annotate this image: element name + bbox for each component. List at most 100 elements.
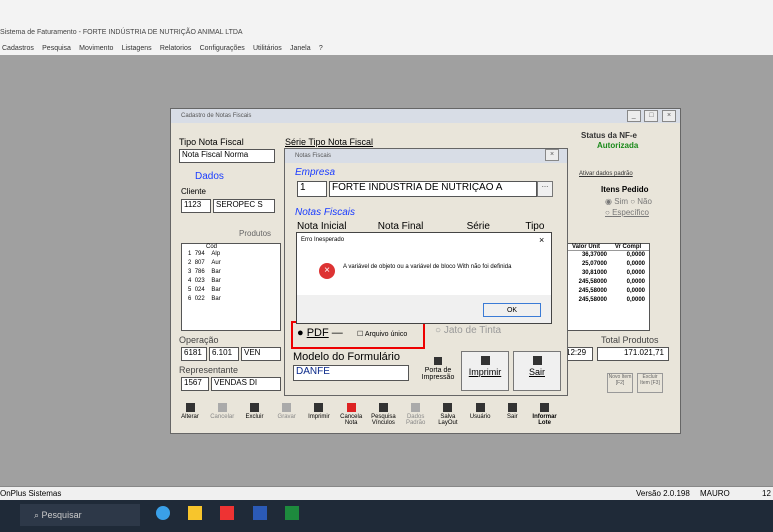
sair-button[interactable]: Sair [499, 403, 525, 420]
bottom-toolbar: Alterar Cancelar Excluir Gravar Imprimir… [177, 403, 677, 431]
alterar-button[interactable]: Alterar [177, 403, 203, 420]
excel-icon[interactable] [284, 506, 299, 520]
menu-janela[interactable]: Janela [290, 45, 311, 52]
rep-code[interactable]: 1567 [181, 377, 209, 391]
ativar-dados-padrao[interactable]: Ativar dados padrão [579, 171, 633, 177]
cancelar-button[interactable]: Cancelar [209, 403, 235, 420]
produtos-grid[interactable]: Cod 1 794 Alp 2 807 Aur 3 786 Bar 4 023 … [181, 243, 281, 331]
table-row[interactable]: 4 023 Bar [188, 277, 280, 286]
taskbar-icons[interactable] [148, 506, 578, 526]
menu-pesquisa[interactable]: Pesquisa [42, 45, 71, 52]
cliente-label: Cliente [181, 187, 206, 196]
col-valor-unit: Valor Unit [571, 244, 600, 250]
empresa-search-button[interactable]: … [537, 181, 553, 197]
tipo-select[interactable]: Nota Fiscal Norma [179, 149, 275, 163]
status-left: OnPlus Sistemas [0, 489, 62, 498]
cliente-code[interactable]: 1123 [181, 199, 211, 213]
operacao-label: Operação [179, 335, 219, 345]
pdf-icon[interactable] [220, 506, 235, 520]
tipo-label: Tipo Nota Fiscal [179, 137, 244, 147]
especifico-radio[interactable]: ○ Específico [605, 208, 649, 217]
notas-title: Notas Fiscais [295, 153, 332, 159]
menu-utilitarios[interactable]: Utilitários [253, 45, 282, 52]
word-icon[interactable] [252, 506, 267, 520]
informar-lote-button[interactable]: Informar Lote [532, 403, 558, 426]
edge-icon[interactable] [156, 506, 170, 520]
excluir-item-button[interactable]: Excluir Item [F3] [637, 373, 663, 393]
empresa-name[interactable]: FORTE INDÚSTRIA DE NUTRIÇÃO A [329, 181, 537, 197]
produtos-label: Produtos [239, 229, 272, 238]
produtos-grid-right[interactable]: Valor Unit Vr Compl 36,37000 0,0000 25,07… [564, 243, 650, 331]
status-version: Versão 2.0.198 [636, 489, 690, 498]
jato-tinta-radio[interactable]: ○ Jato de Tinta [435, 325, 501, 336]
modelo-select[interactable]: DANFE [293, 365, 409, 381]
notas-label: Notas Fiscais [295, 207, 356, 218]
error-message: A variável de objeto ou a variável de bl… [343, 264, 512, 270]
serie-label: Série Tipo Nota Fiscal [285, 137, 374, 147]
excluir-button[interactable]: Excluir [241, 403, 267, 420]
menu-help[interactable]: ? [319, 45, 323, 52]
notas-titlebar: Notas Fiscais × [285, 149, 567, 163]
cadastro-titlebar: Cadastro de Notas Fiscais _ □ × [171, 109, 680, 123]
notas-close-button[interactable]: × [545, 149, 559, 161]
operacao-name[interactable]: VEN [241, 347, 281, 361]
cancela-nota-button[interactable]: Cancela Nota [338, 403, 364, 426]
operacao-code[interactable]: 6181 [181, 347, 207, 361]
representante-label: Representante [179, 365, 239, 375]
menu-bar: Cadastros Pesquisa Movimento Listagens R… [0, 41, 773, 55]
operacao-cfop[interactable]: 6.101 [209, 347, 239, 361]
dados-padrao-button[interactable]: Dados Padrão [403, 403, 429, 426]
itens-radio[interactable]: ◉ Sim ○ Não [605, 197, 652, 206]
total-label: Total Produtos [601, 335, 659, 345]
pesquisa-vinculos-button[interactable]: Pesquisa Vínculos [370, 403, 396, 426]
empresa-label: Empresa [295, 167, 336, 178]
cliente-name[interactable]: SEROPEC S [213, 199, 275, 213]
novo-item-button[interactable]: Novo Item [F2] [607, 373, 633, 393]
menu-configuracoes[interactable]: Configurações [200, 45, 245, 52]
error-dialog: Erro Inesperado × × A variável de objeto… [296, 232, 552, 324]
col-vr-compl: Vr Compl [614, 244, 642, 250]
status-extra: 12 [762, 489, 771, 498]
table-row[interactable]: 1 794 Alp [188, 250, 280, 259]
cadastro-title: Cadastro de Notas Fiscais [181, 113, 252, 119]
pdf-radio[interactable]: ● PDF — [297, 327, 343, 339]
menu-listagens[interactable]: Listagens [122, 45, 152, 52]
table-row[interactable]: 2 807 Aur [188, 259, 280, 268]
status-bar: OnPlus Sistemas Versão 2.0.198 MAURO 12 [0, 486, 773, 500]
empresa-code[interactable]: 1 [297, 181, 327, 197]
menu-cadastros[interactable]: Cadastros [2, 45, 34, 52]
imprimir-dialog-button[interactable]: Imprimir [461, 351, 509, 391]
notas-columns: Nota Inicial Nota Final Série Tipo [297, 221, 545, 232]
status-value: Autorizada [597, 141, 639, 150]
folder-icon[interactable] [188, 506, 203, 520]
close-button[interactable]: × [662, 110, 676, 122]
porta-impressao-button[interactable]: Porta de Impressão [415, 357, 461, 389]
total-value: 171.021,71 [597, 347, 669, 361]
maximize-button[interactable]: □ [644, 110, 659, 122]
imprimir-button[interactable]: Imprimir [306, 403, 332, 420]
window-titlebar [0, 0, 773, 44]
gravar-button[interactable]: Gravar [274, 403, 300, 420]
taskbar: ⌕ Pesquisar [0, 500, 773, 532]
error-title: Erro Inesperado [301, 237, 345, 243]
table-row[interactable]: 6 022 Bar [188, 295, 280, 304]
error-close-button[interactable]: × [539, 235, 544, 245]
modelo-label: Modelo do Formulário [293, 351, 400, 363]
status-user: MAURO [700, 489, 730, 498]
menu-movimento[interactable]: Movimento [79, 45, 113, 52]
salva-layout-button[interactable]: Salva LayOut [435, 403, 461, 426]
menu-relatorios[interactable]: Relatorios [160, 45, 192, 52]
minimize-button[interactable]: _ [626, 110, 641, 122]
table-row[interactable]: 3 786 Bar [188, 268, 280, 277]
table-row[interactable]: 5 024 Bar [188, 286, 280, 295]
error-icon: × [319, 263, 335, 279]
ok-button[interactable]: OK [483, 303, 541, 317]
rep-name[interactable]: VENDAS DI [211, 377, 281, 391]
itens-pedido-label: Itens Pedido [601, 185, 649, 194]
app-title: Sistema de Faturamento - FORTE INDÚSTRIA… [0, 29, 243, 36]
sair-dialog-button[interactable]: Sair [513, 351, 561, 391]
usuario-button[interactable]: Usuário [467, 403, 493, 420]
arquivo-unico-checkbox[interactable]: ☐ Arquivo único [357, 330, 407, 338]
taskbar-search[interactable]: ⌕ Pesquisar [20, 504, 140, 526]
tab-dados[interactable]: Dados [195, 171, 224, 182]
